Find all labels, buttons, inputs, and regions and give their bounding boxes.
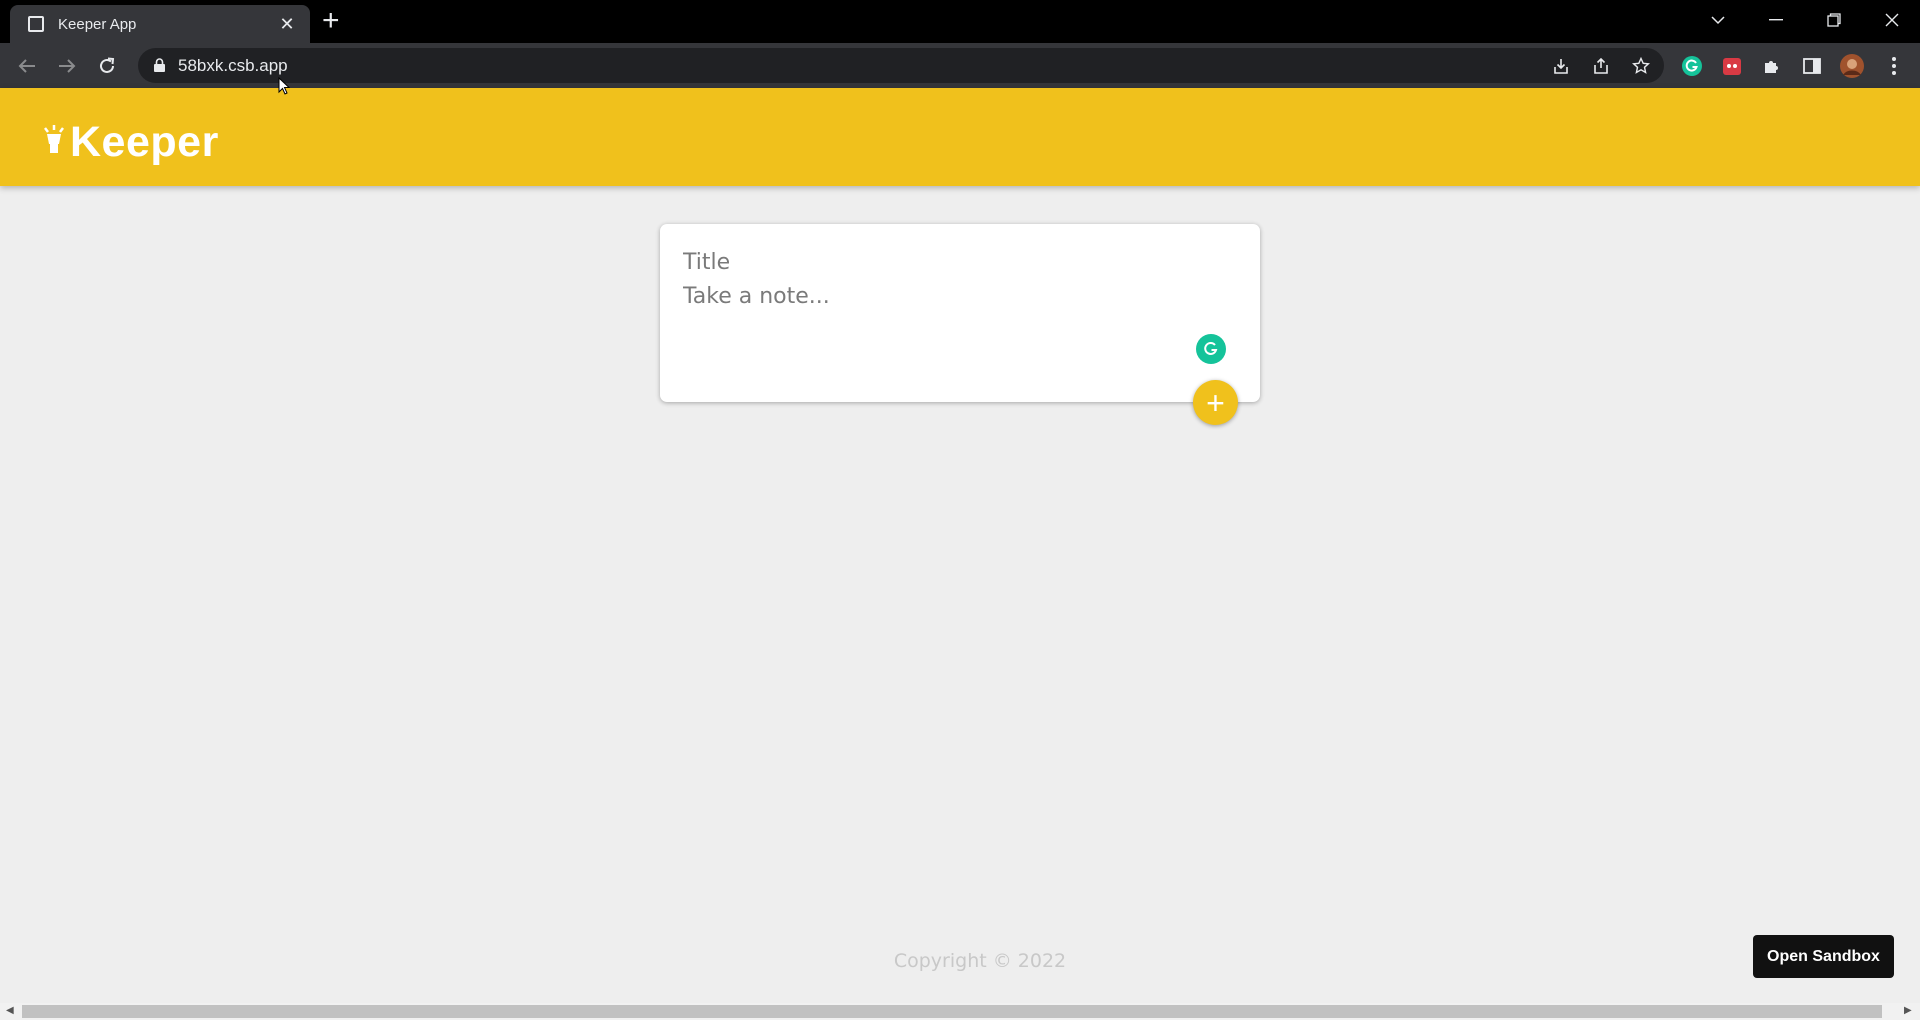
reload-button[interactable] (92, 51, 122, 81)
new-tab-button[interactable]: + (322, 6, 340, 36)
lightbulb-icon (44, 125, 64, 160)
red-extension-icon[interactable] (1720, 54, 1744, 78)
install-app-icon[interactable] (1550, 55, 1572, 77)
note-content-input[interactable] (683, 284, 1223, 374)
app-logo: Keeper (44, 118, 219, 167)
tab-favicon-icon (28, 16, 44, 32)
url-text: 58bxk.csb.app (178, 56, 288, 75)
horizontal-scrollbar[interactable]: ◀ ▶ (0, 1003, 1920, 1020)
side-panel-icon[interactable] (1800, 54, 1824, 78)
restore-button[interactable] (1806, 0, 1862, 40)
tab-close-icon[interactable]: ✕ (276, 14, 298, 35)
note-title-input[interactable] (683, 244, 1223, 280)
lock-icon (154, 58, 165, 77)
browser-tab-strip: Keeper App ✕ + (0, 0, 1920, 43)
forward-button[interactable] (52, 51, 82, 81)
bookmark-star-icon[interactable] (1630, 55, 1652, 77)
app-header: Keeper (0, 88, 1920, 186)
tab-title: Keeper App (58, 15, 137, 33)
extensions-puzzle-icon[interactable] (1760, 54, 1784, 78)
add-note-button[interactable]: + (1193, 380, 1238, 425)
scroll-left-icon[interactable]: ◀ (6, 1005, 14, 1016)
scroll-right-icon[interactable]: ▶ (1904, 1005, 1912, 1016)
back-button[interactable] (12, 51, 42, 81)
mouse-cursor-icon (278, 76, 291, 100)
create-note-form (660, 224, 1260, 402)
scrollbar-thumb[interactable] (22, 1005, 1882, 1018)
grammarly-icon[interactable] (1196, 334, 1226, 364)
tab-search-button[interactable] (1690, 0, 1746, 40)
address-bar[interactable]: 58bxk.csb.app (138, 48, 1664, 83)
share-icon[interactable] (1590, 55, 1612, 77)
brand-name: Keeper (70, 118, 219, 166)
footer-copyright: Copyright © 2022 (893, 950, 1067, 972)
open-sandbox-button[interactable]: Open Sandbox (1753, 935, 1894, 978)
menu-kebab-icon[interactable] (1882, 54, 1906, 78)
close-window-button[interactable] (1864, 0, 1920, 40)
grammarly-extension-icon[interactable] (1680, 54, 1704, 78)
browser-tab[interactable]: Keeper App ✕ (10, 5, 310, 43)
profile-avatar[interactable] (1840, 54, 1864, 78)
minimize-button[interactable] (1748, 0, 1804, 40)
